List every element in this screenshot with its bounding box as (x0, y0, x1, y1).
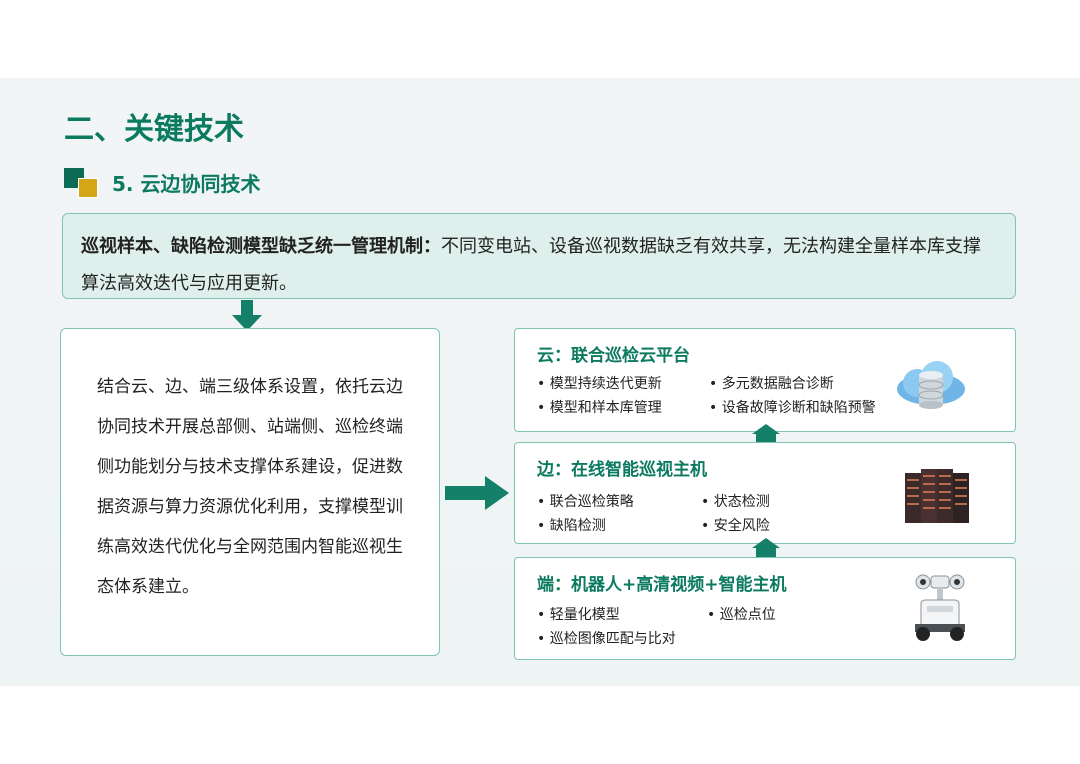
inspection-robot-icon (915, 574, 965, 641)
cloud-layer-box: 云：联合巡检云平台 • 模型持续迭代更新 • 多元数据融合诊断 • 模型和样本库… (514, 328, 1016, 432)
cloud-item: • 模型持续迭代更新 (537, 376, 662, 392)
edge-item: • 状态检测 (701, 494, 770, 510)
page-title: 二、关键技术 (64, 112, 244, 147)
up-arrow-icon (752, 424, 780, 444)
cloud-item: • 多元数据融合诊断 (709, 376, 834, 392)
terminal-item: • 巡检图像匹配与比对 (537, 631, 676, 647)
description-text: 结合云、边、端三级体系设置，依托云边协同技术开展总部侧、站端侧、巡检终端侧功能划… (97, 377, 403, 597)
section-marker-icon (64, 168, 98, 198)
edge-item: • 联合巡检策略 (537, 494, 634, 510)
edge-item: • 安全风险 (701, 518, 770, 534)
terminal-item: • 巡检点位 (707, 607, 776, 623)
edge-item: • 缺陷检测 (537, 518, 606, 534)
description-box: 结合云、边、端三级体系设置，依托云边协同技术开展总部侧、站端侧、巡检终端侧功能划… (60, 328, 440, 656)
right-arrow-icon (445, 476, 509, 510)
cloud-database-icon (897, 361, 965, 409)
section-title: 5. 云边协同技术 (112, 172, 261, 196)
server-rack-icon (905, 469, 969, 523)
cloud-layer-title: 云：联合巡检云平台 (537, 346, 690, 366)
problem-box: 巡视样本、缺陷检测模型缺乏统一管理机制：不同变电站、设备巡视数据缺乏有效共享，无… (62, 213, 1016, 299)
edge-layer-title: 边：在线智能巡视主机 (537, 460, 707, 480)
problem-label: 巡视样本、缺陷检测模型缺乏统一管理机制： (81, 236, 441, 257)
terminal-layer-box: 端：机器人+高清视频+智能主机 • 轻量化模型 • 巡检点位 • 巡检图像匹配与… (514, 557, 1016, 660)
terminal-item: • 轻量化模型 (537, 607, 620, 623)
cloud-item: • 模型和样本库管理 (537, 400, 662, 416)
cloud-item: • 设备故障诊断和缺陷预警 (709, 400, 876, 416)
up-arrow-icon (752, 538, 780, 558)
terminal-layer-title: 端：机器人+高清视频+智能主机 (537, 575, 787, 595)
edge-layer-box: 边：在线智能巡视主机 • 联合巡检策略 • 状态检测 • 缺陷检测 • 安全风险 (514, 442, 1016, 544)
